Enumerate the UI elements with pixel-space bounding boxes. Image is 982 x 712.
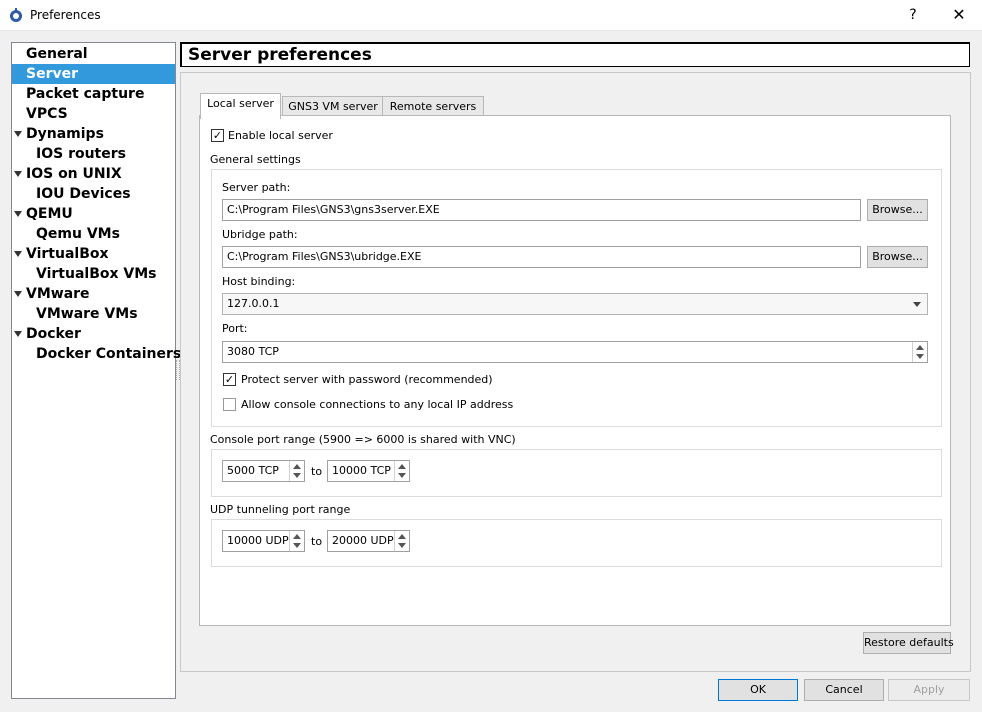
- protect-password-checkbox[interactable]: ✓: [223, 373, 236, 386]
- general-settings-label: General settings: [210, 153, 301, 166]
- sidebar-item-label: Qemu VMs: [36, 226, 120, 242]
- console-port-from-value: 5000 TCP: [227, 464, 279, 477]
- udp-port-from-spinbox[interactable]: 10000 UDP: [222, 530, 305, 552]
- spin-up-icon[interactable]: [916, 345, 924, 350]
- console-port-range-label: Console port range (5900 => 6000 is shar…: [210, 433, 516, 446]
- port-spinbox[interactable]: 3080 TCP: [222, 341, 928, 363]
- allow-console-connections-label: Allow console connections to any local I…: [241, 398, 514, 411]
- sidebar-item-general[interactable]: General: [12, 44, 175, 64]
- sidebar-item-vmware[interactable]: VMware: [12, 284, 175, 304]
- sidebar-item-server[interactable]: Server: [12, 64, 175, 84]
- sidebar-item-label: IOS routers: [36, 146, 126, 162]
- title-bar: Preferences ? ✕: [0, 0, 982, 31]
- tab-local-server[interactable]: Local server: [200, 93, 281, 119]
- host-binding-label: Host binding:: [222, 275, 296, 288]
- console-port-to-value: 10000 TCP: [332, 464, 391, 477]
- spin-down-icon[interactable]: [293, 543, 301, 548]
- spin-up-icon[interactable]: [398, 534, 406, 539]
- sidebar-item-docker[interactable]: Docker: [12, 324, 175, 344]
- server-path-label: Server path:: [222, 181, 291, 194]
- enable-local-server-checkbox[interactable]: ✓: [211, 129, 224, 142]
- spin-up-icon[interactable]: [293, 464, 301, 469]
- allow-console-connections-checkbox[interactable]: [223, 398, 236, 411]
- sidebar-item-virtualbox[interactable]: VirtualBox: [12, 244, 175, 264]
- protect-password-label: Protect server with password (recommende…: [241, 373, 493, 386]
- sidebar-item-label: QEMU: [26, 206, 73, 222]
- expand-arrow-icon[interactable]: [14, 131, 22, 137]
- server-path-input[interactable]: C:\Program Files\GNS3\gns3server.EXE: [222, 199, 861, 221]
- sidebar-item-label: Server: [26, 66, 79, 82]
- sidebar-item-virtualbox-vms[interactable]: VirtualBox VMs: [12, 264, 175, 284]
- gns3-app-icon: [8, 7, 24, 23]
- page-title: Server preferences: [188, 45, 372, 65]
- udp-port-to-spinbox[interactable]: 20000 UDP: [327, 530, 410, 552]
- server-path-browse-button[interactable]: Browse...: [867, 199, 928, 221]
- spin-down-icon[interactable]: [916, 354, 924, 359]
- enable-local-server-label: Enable local server: [228, 129, 333, 142]
- sidebar-item-qemu-vms[interactable]: Qemu VMs: [12, 224, 175, 244]
- port-label: Port:: [222, 322, 248, 335]
- udp-port-to-value: 20000 UDP: [332, 534, 394, 547]
- sidebar-item-label: Packet capture: [26, 86, 145, 102]
- sidebar-item-label: Docker Containers: [36, 346, 182, 362]
- spin-down-icon[interactable]: [398, 543, 406, 548]
- cancel-button[interactable]: Cancel: [804, 679, 884, 701]
- spin-down-icon[interactable]: [398, 473, 406, 478]
- console-port-to-spinbox[interactable]: 10000 TCP: [327, 460, 410, 482]
- spin-up-icon[interactable]: [398, 464, 406, 469]
- expand-arrow-icon[interactable]: [14, 251, 22, 257]
- apply-button[interactable]: Apply: [888, 679, 970, 701]
- udp-port-from-value: 10000 UDP: [227, 534, 289, 547]
- sidebar-item-label: Docker: [26, 326, 81, 342]
- window-title: Preferences: [30, 8, 101, 22]
- close-icon[interactable]: ✕: [944, 2, 974, 28]
- sidebar-item-label: VirtualBox VMs: [36, 266, 157, 282]
- udp-to-spin-buttons[interactable]: [394, 531, 409, 551]
- host-binding-dropdown[interactable]: 127.0.0.1: [222, 293, 928, 315]
- sidebar-item-vmware-vms[interactable]: VMware VMs: [12, 304, 175, 324]
- console-from-spin-buttons[interactable]: [289, 461, 304, 481]
- port-spin-buttons[interactable]: [912, 342, 927, 362]
- sidebar-item-dynamips[interactable]: Dynamips: [12, 124, 175, 144]
- sidebar-item-qemu[interactable]: QEMU: [12, 204, 175, 224]
- spin-up-icon[interactable]: [293, 534, 301, 539]
- port-value: 3080 TCP: [227, 345, 279, 358]
- page-header: Server preferences: [180, 42, 970, 67]
- ubridge-path-input[interactable]: C:\Program Files\GNS3\ubridge.EXE: [222, 246, 861, 268]
- console-to-label: to: [311, 465, 323, 478]
- udp-port-range-label: UDP tunneling port range: [210, 503, 351, 516]
- expand-arrow-icon[interactable]: [14, 331, 22, 337]
- ok-button[interactable]: OK: [718, 679, 798, 701]
- help-button[interactable]: ?: [898, 2, 928, 28]
- ubridge-path-browse-button[interactable]: Browse...: [867, 246, 928, 268]
- host-binding-value: 127.0.0.1: [227, 297, 280, 310]
- chevron-down-icon: [913, 302, 921, 307]
- sidebar-item-label: IOU Devices: [36, 186, 131, 202]
- ubridge-path-label: Ubridge path:: [222, 228, 298, 241]
- sidebar-item-label: Dynamips: [26, 126, 104, 142]
- sidebar-item-docker-containers[interactable]: Docker Containers: [12, 344, 181, 364]
- sidebar-item-iou-devices[interactable]: IOU Devices: [12, 184, 175, 204]
- expand-arrow-icon[interactable]: [14, 291, 22, 297]
- sidebar-item-label: VirtualBox: [26, 246, 109, 262]
- udp-to-label: to: [311, 535, 323, 548]
- sidebar-item-ios-routers[interactable]: IOS routers: [12, 144, 175, 164]
- sidebar-item-packet-capture[interactable]: Packet capture: [12, 84, 175, 104]
- spin-down-icon[interactable]: [293, 473, 301, 478]
- console-port-from-spinbox[interactable]: 5000 TCP: [222, 460, 305, 482]
- sidebar-item-label: General: [26, 46, 88, 62]
- sidebar-item-label: VPCS: [26, 106, 68, 122]
- sidebar-item-vpcs[interactable]: VPCS: [12, 104, 175, 124]
- sidebar-item-ios-on-unix[interactable]: IOS on UNIX: [12, 164, 175, 184]
- sidebar-item-label: VMware VMs: [36, 306, 138, 322]
- expand-arrow-icon[interactable]: [14, 211, 22, 217]
- restore-defaults-button[interactable]: Restore defaults: [863, 632, 954, 654]
- console-to-spin-buttons[interactable]: [394, 461, 409, 481]
- udp-from-spin-buttons[interactable]: [289, 531, 304, 551]
- sidebar-item-label: VMware: [26, 286, 90, 302]
- sidebar-item-label: IOS on UNIX: [26, 166, 122, 182]
- preferences-tree[interactable]: General Server Packet capture VPCS Dynamips I…: [11, 42, 181, 699]
- expand-arrow-icon[interactable]: [14, 171, 22, 177]
